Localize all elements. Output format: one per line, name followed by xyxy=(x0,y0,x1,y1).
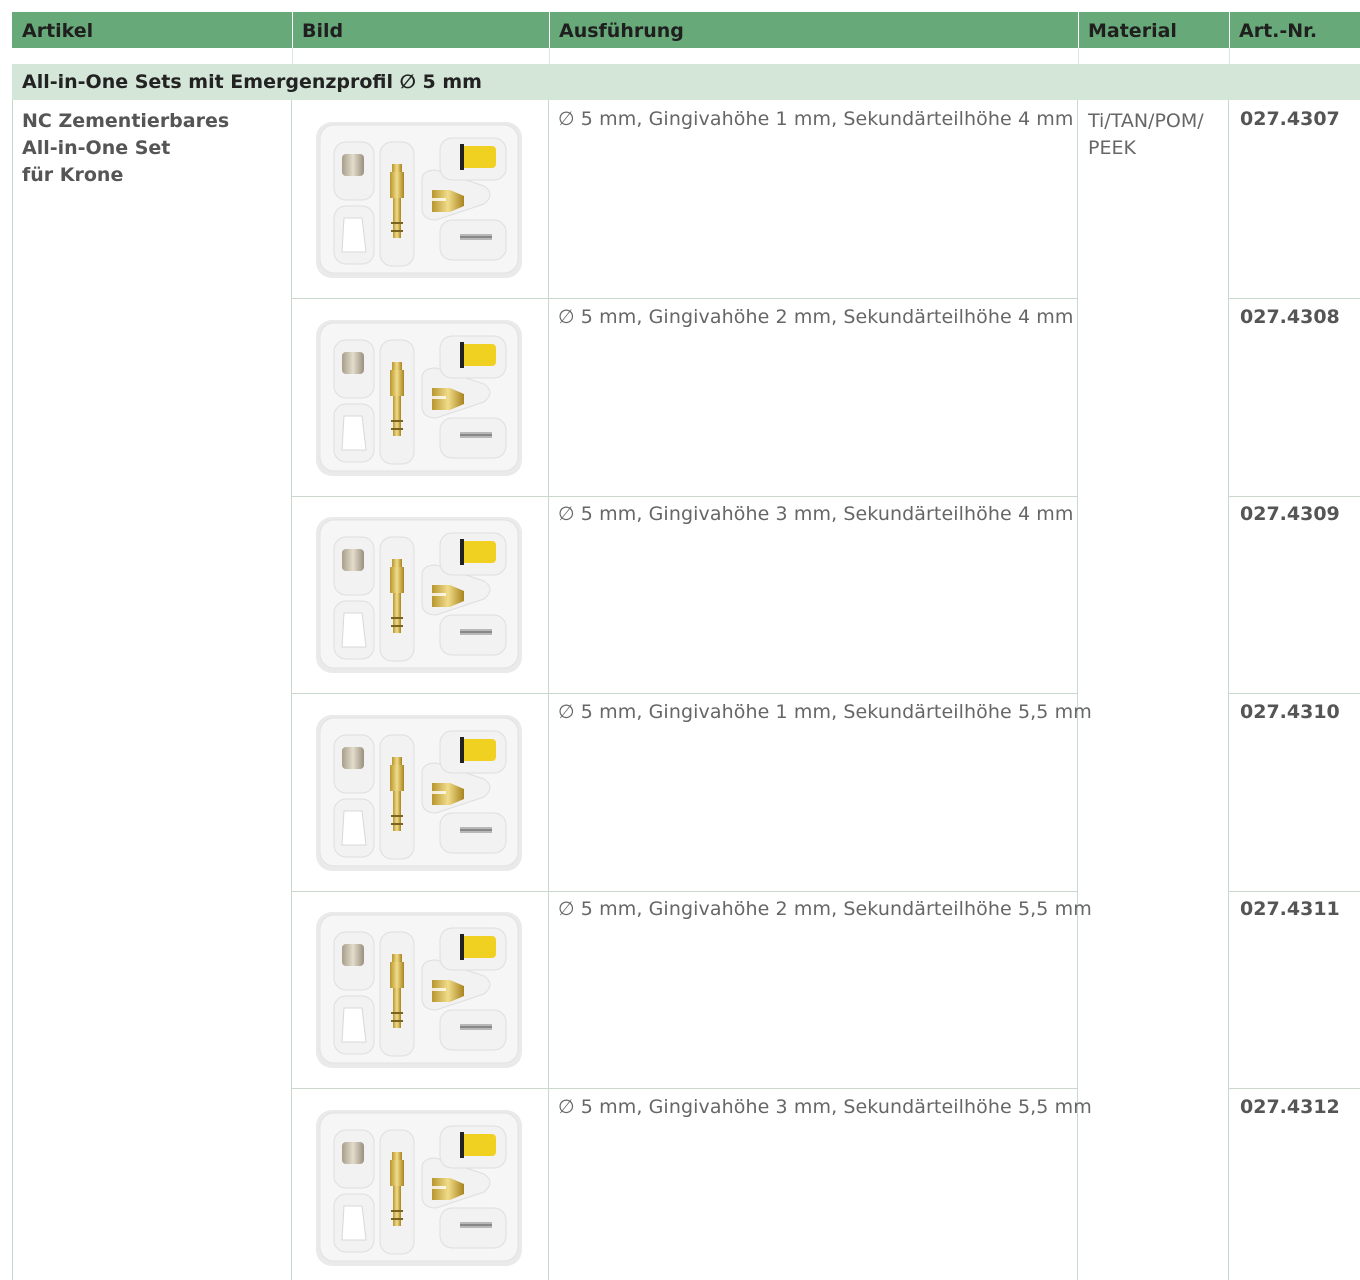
article-line: NC Zementierbares xyxy=(22,110,230,132)
art-nr: 027.4311 xyxy=(1240,898,1340,920)
col-header-material: Material xyxy=(1088,20,1177,42)
col-header-ausfuehrung: Ausführung xyxy=(559,20,684,42)
ausfuehrung-text: ∅ 5 mm, Gingivahöhe 1 mm, Sekundärteilhö… xyxy=(558,701,1092,723)
material: Ti/TAN/POM/ PEEK xyxy=(1088,108,1223,162)
col-header-artikel: Artikel xyxy=(22,20,94,42)
tray-icon xyxy=(315,1109,523,1267)
art-nr: 027.4312 xyxy=(1240,1096,1340,1118)
ausfuehrung-text: ∅ 5 mm, Gingivahöhe 3 mm, Sekundärteilhö… xyxy=(558,503,1074,525)
art-nr: 027.4307 xyxy=(1240,108,1340,130)
art-nr: 027.4309 xyxy=(1240,503,1340,525)
article-line: für Krone xyxy=(22,164,124,186)
tray-icon xyxy=(315,121,523,279)
section-title: All-in-One Sets mit Emergenzprofil ∅ 5 m… xyxy=(12,64,1360,100)
col-header-art-nr: Art.-Nr. xyxy=(1239,20,1318,42)
art-nr: 027.4310 xyxy=(1240,701,1340,723)
col-header-bild: Bild xyxy=(302,20,344,42)
article-line: All-in-One Set xyxy=(22,137,171,159)
tray-icon xyxy=(315,714,523,872)
material-line: PEEK xyxy=(1088,137,1136,159)
ausfuehrung-text: ∅ 5 mm, Gingivahöhe 1 mm, Sekundärteilhö… xyxy=(558,108,1074,130)
article-name: NC Zementierbares All-in-One Set für Kro… xyxy=(22,108,282,189)
ausfuehrung-text: ∅ 5 mm, Gingivahöhe 2 mm, Sekundärteilhö… xyxy=(558,898,1092,920)
ausfuehrung-text: ∅ 5 mm, Gingivahöhe 2 mm, Sekundärteilhö… xyxy=(558,306,1074,328)
tray-icon xyxy=(315,516,523,674)
tray-icon xyxy=(315,911,523,1069)
ausfuehrung-text: ∅ 5 mm, Gingivahöhe 3 mm, Sekundärteilhö… xyxy=(558,1096,1092,1118)
header-spacer xyxy=(12,48,1360,64)
tray-icon xyxy=(315,319,523,477)
table-header: Artikel Bild Ausführung Material Art.-Nr… xyxy=(12,12,1360,48)
material-line: Ti/TAN/POM/ xyxy=(1088,110,1204,132)
art-nr: 027.4308 xyxy=(1240,306,1340,328)
